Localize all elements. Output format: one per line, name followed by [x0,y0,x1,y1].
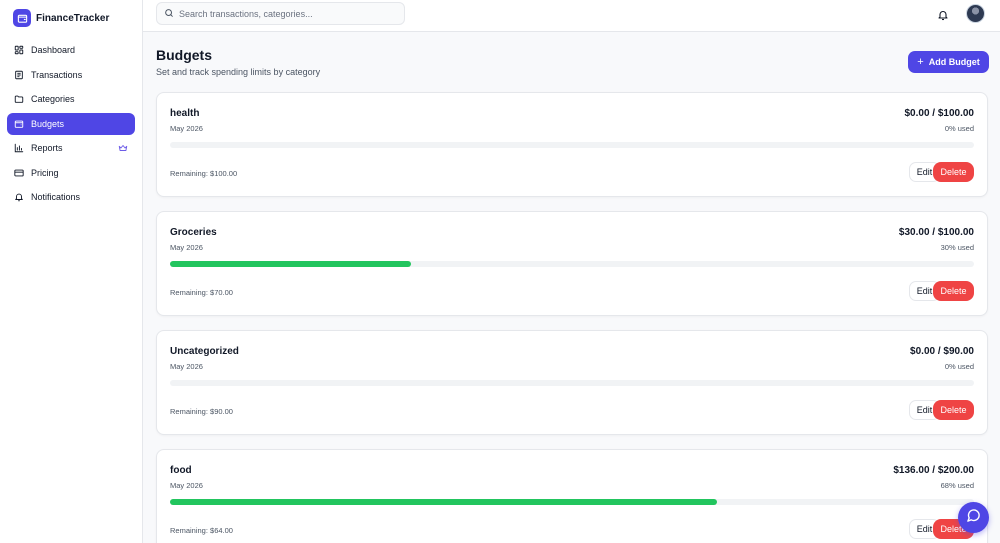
budget-progress-fill [170,499,717,505]
bell-icon [14,192,24,202]
search-icon [164,5,174,23]
budget-period: May 2026 [170,243,203,252]
plus-icon: + [917,55,924,68]
budget-progress-track [170,499,974,505]
dashboard-grid-icon [14,45,24,55]
budget-used: 30% used [940,243,974,252]
budget-name: Groceries [170,227,217,238]
budget-used: 0% used [944,362,974,371]
sidebar-item-label: Reports [31,143,63,153]
wallet-logo-icon [13,9,31,27]
sidebar-item-budgets[interactable]: Budgets [7,112,135,135]
search-input[interactable] [179,8,399,19]
search-box[interactable] [156,2,405,25]
budget-remaining: Remaining: $70.00 [170,288,233,297]
budget-remaining: Remaining: $100.00 [170,169,238,178]
budget-card: Groceries May 2026 $30.00 / $100.00 30% … [156,211,988,316]
bar-chart-icon [14,143,24,153]
budget-card: Uncategorized May 2026 $0.00 / $90.00 0%… [156,330,988,435]
page-subtitle: Set and track spending limits by categor… [156,67,321,77]
page-title: Budgets [156,47,212,63]
sidebar-item-label: Budgets [31,118,65,129]
budget-period: May 2026 [170,124,203,133]
wallet-icon [14,119,24,129]
sidebar-nav: Dashboard Transactions Categories Budget… [0,39,142,208]
main-content: Budgets Set and track spending limits by… [143,32,1000,543]
budget-card: health May 2026 $0.00 / $100.00 0% used … [156,92,988,197]
budget-period: May 2026 [170,362,203,371]
add-budget-button[interactable]: + Add Budget [908,51,989,73]
receipt-icon [14,70,24,80]
budget-amount: $0.00 / $100.00 [904,108,974,119]
folder-icon [14,94,24,104]
sidebar-item-label: Notifications [31,192,81,202]
budget-amount: $136.00 / $200.00 [893,465,974,476]
budget-progress-track [170,380,974,386]
budget-progress-track [170,261,974,267]
budget-used: 0% used [944,124,974,133]
budget-progress-track [170,142,974,148]
sidebar-item-reports[interactable]: Reports [7,137,135,159]
delete-button[interactable]: Delete [933,162,974,182]
sidebar-item-pricing[interactable]: Pricing [7,162,135,184]
budget-name: food [170,465,192,476]
credit-card-icon [14,168,24,178]
budget-amount: $30.00 / $100.00 [898,227,974,238]
sidebar: FinanceTracker Dashboard Transactions Ca… [0,0,143,543]
crown-icon [118,143,128,153]
budget-used: 68% used [940,481,974,490]
delete-button[interactable]: Delete [933,400,974,420]
budget-amount: $0.00 / $90.00 [910,346,974,357]
sidebar-item-categories[interactable]: Categories [7,88,135,110]
sidebar-item-transactions[interactable]: Transactions [7,64,135,86]
sidebar-item-label: Pricing [31,167,59,178]
budget-progress-fill [170,261,412,267]
sidebar-item-label: Categories [31,94,75,104]
sidebar-item-label: Dashboard [31,45,76,55]
chat-button[interactable] [958,502,989,533]
avatar[interactable] [966,4,985,23]
budget-name: Uncategorized [170,346,239,357]
sidebar-item-label: Transactions [31,69,83,80]
notifications-bell-icon[interactable] [937,8,949,21]
sidebar-item-dashboard[interactable]: Dashboard [7,39,135,61]
budget-remaining: Remaining: $64.00 [170,526,233,535]
budget-name: health [170,108,200,119]
budget-card: food May 2026 $136.00 / $200.00 68% used… [156,449,988,543]
budget-period: May 2026 [170,481,203,490]
app-name: FinanceTracker [36,12,110,24]
chat-bubble-icon [966,508,981,528]
add-budget-label: Add Budget [928,57,980,67]
delete-button[interactable]: Delete [933,281,974,301]
budget-remaining: Remaining: $90.00 [170,407,233,416]
top-bar [143,0,1000,32]
sidebar-item-notifications[interactable]: Notifications [7,186,135,208]
app-logo[interactable]: FinanceTracker [0,0,142,36]
